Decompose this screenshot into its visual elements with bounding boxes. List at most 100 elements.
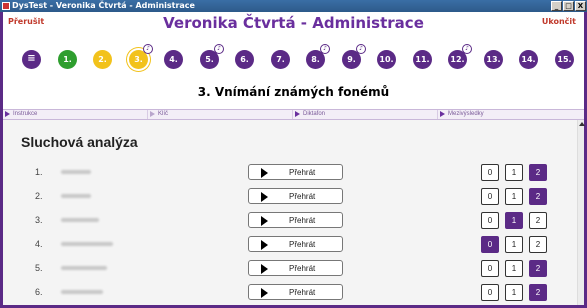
play-icon [261, 288, 268, 298]
sound-icon: ♪ [214, 44, 224, 54]
score-option-1[interactable]: 1 [505, 188, 523, 205]
row-number: 4. [35, 239, 43, 249]
task-title: 3. Vnímání známých fonémů [197, 85, 390, 99]
play-button[interactable]: Přehrát [248, 236, 343, 252]
step-15[interactable]: 15. [555, 50, 574, 69]
window-titlebar: DysTest - Veronika Čtvrtá - Administrace… [0, 0, 587, 12]
table-row: 3. Přehrát 0 1 2 [3, 212, 577, 230]
tab-key[interactable]: Klíč [148, 110, 293, 119]
step-3[interactable]: 3. ♪ [129, 44, 153, 69]
redacted-word [61, 218, 99, 222]
play-icon [440, 111, 445, 117]
score-option-0[interactable]: 0 [481, 260, 499, 277]
tab-label: Klíč [158, 111, 169, 117]
step-1[interactable]: 1. [58, 50, 77, 69]
row-number: 6. [35, 287, 43, 297]
step-9[interactable]: 9. ♪ [342, 44, 366, 69]
step-12[interactable]: 12. ♪ [448, 44, 472, 69]
step-14[interactable]: 14. [519, 50, 538, 69]
play-button[interactable]: Přehrát [248, 260, 343, 276]
step-5[interactable]: 5. ♪ [200, 44, 224, 69]
page-title: Veronika Čtvrtá - Administrace [163, 14, 424, 32]
step-13[interactable]: 13. [484, 50, 503, 69]
score-option-1[interactable]: 1 [505, 284, 523, 301]
score-option-2[interactable]: 2 [529, 212, 547, 229]
step-navigation: ≡ 1. 2. 3. ♪ 4. 5. ♪ 6. 7. 8. ♪ 9. ♪ 10. 11. 12. ♪ 13. 14. 1… [22, 44, 582, 80]
score-option-1[interactable]: 1 [505, 260, 523, 277]
score-option-0[interactable]: 0 [481, 284, 499, 301]
score-option-0[interactable]: 0 [481, 236, 499, 253]
window-controls: _ □ X [551, 1, 586, 11]
tab-label: Mezivýsledky [448, 111, 484, 117]
step-2[interactable]: 2. [93, 50, 112, 69]
vertical-scrollbar[interactable] [577, 120, 585, 305]
play-button[interactable]: Přehrát [248, 212, 343, 228]
score-option-2[interactable]: 2 [529, 164, 547, 181]
play-label: Přehrát [289, 216, 316, 225]
tab-instructions[interactable]: Instrukce [3, 110, 148, 119]
play-icon [5, 111, 10, 117]
play-label: Přehrát [289, 240, 316, 249]
score-option-1[interactable]: 1 [505, 212, 523, 229]
tab-bar: Instrukce Klíč Diktafon Mezivýsledky [3, 109, 584, 120]
window-title: DysTest - Veronika Čtvrtá - Administrace [12, 1, 195, 10]
score-option-2[interactable]: 2 [529, 188, 547, 205]
play-label: Přehrát [289, 168, 316, 177]
row-number: 5. [35, 263, 43, 273]
step-6[interactable]: 6. [235, 50, 254, 69]
table-row: 6. Přehrát 0 1 2 [3, 284, 577, 302]
score-option-1[interactable]: 1 [505, 236, 523, 253]
score-option-2[interactable]: 2 [529, 236, 547, 253]
minimize-button[interactable]: _ [551, 1, 562, 11]
sound-icon: ♪ [320, 44, 330, 54]
finish-button[interactable]: Ukončit [542, 17, 576, 26]
tab-label: Diktafon [303, 111, 326, 117]
content-panel: Sluchová analýza 1. Přehrát 0 1 2 2. Přehrát 0 1… [3, 120, 577, 305]
redacted-word [61, 290, 103, 294]
section-title: Sluchová analýza [21, 134, 138, 150]
play-icon [261, 264, 268, 274]
score-option-0[interactable]: 0 [481, 164, 499, 181]
sound-icon: ♪ [462, 44, 472, 54]
sound-icon: ♪ [143, 44, 153, 54]
play-icon [295, 111, 300, 117]
play-icon [150, 111, 155, 117]
play-button[interactable]: Přehrát [248, 284, 343, 300]
app-header: Přerušit Veronika Čtvrtá - Administrace … [3, 12, 584, 44]
play-label: Přehrát [289, 264, 316, 273]
table-row: 4. Přehrát 0 1 2 [3, 236, 577, 254]
row-number: 2. [35, 191, 43, 201]
play-label: Přehrát [289, 288, 316, 297]
play-icon [261, 192, 268, 202]
step-11[interactable]: 11. [413, 50, 432, 69]
close-button[interactable]: X [575, 1, 586, 11]
score-option-0[interactable]: 0 [481, 212, 499, 229]
scroll-up-icon[interactable] [579, 122, 585, 126]
score-option-2[interactable]: 2 [529, 284, 547, 301]
redacted-word [61, 266, 107, 270]
redacted-word [61, 242, 113, 246]
table-row: 2. Přehrát 0 1 2 [3, 188, 577, 206]
menu-button[interactable]: ≡ [22, 50, 41, 69]
play-icon [261, 168, 268, 178]
step-4[interactable]: 4. [164, 50, 183, 69]
score-option-1[interactable]: 1 [505, 164, 523, 181]
score-option-2[interactable]: 2 [529, 260, 547, 277]
step-8[interactable]: 8. ♪ [306, 44, 330, 69]
app-icon [2, 2, 10, 10]
tab-interim-results[interactable]: Mezivýsledky [438, 110, 584, 119]
row-number: 1. [35, 167, 43, 177]
play-icon [261, 240, 268, 250]
tab-dictaphone[interactable]: Diktafon [293, 110, 438, 119]
play-icon [261, 216, 268, 226]
table-row: 5. Přehrát 0 1 2 [3, 260, 577, 278]
play-button[interactable]: Přehrát [248, 164, 343, 180]
redacted-word [61, 170, 91, 174]
step-7[interactable]: 7. [271, 50, 290, 69]
maximize-button[interactable]: □ [563, 1, 574, 11]
score-option-0[interactable]: 0 [481, 188, 499, 205]
play-label: Přehrát [289, 192, 316, 201]
play-button[interactable]: Přehrát [248, 188, 343, 204]
table-row: 1. Přehrát 0 1 2 [3, 164, 577, 182]
step-10[interactable]: 10. [377, 50, 396, 69]
